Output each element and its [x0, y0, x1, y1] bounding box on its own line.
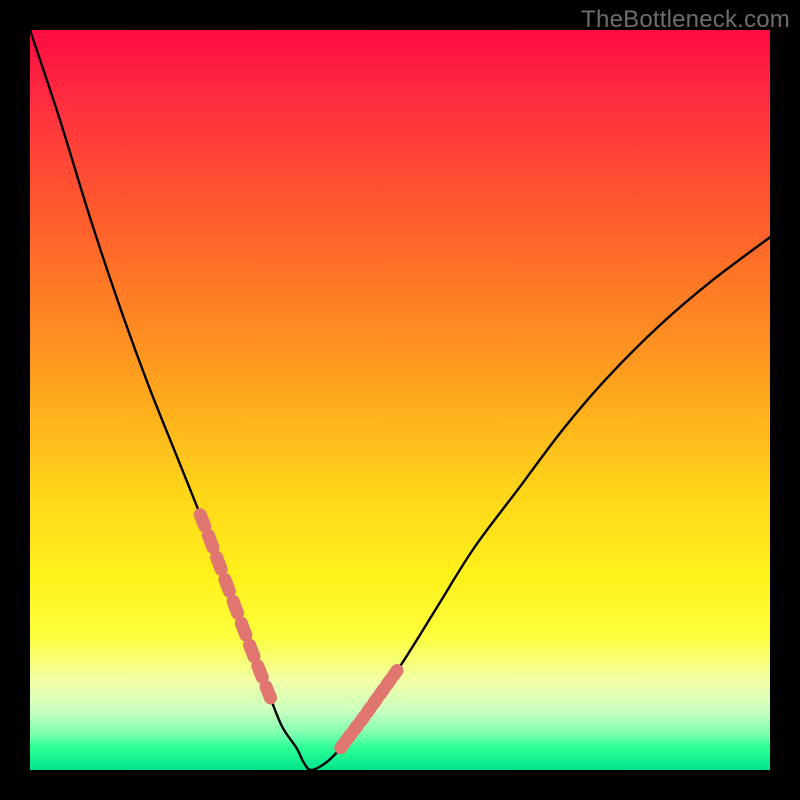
curve-svg — [30, 30, 770, 770]
chart-frame: TheBottleneck.com — [0, 0, 800, 800]
dash-piece — [217, 557, 222, 569]
dash-piece — [233, 601, 238, 613]
dash-segment-left — [200, 515, 270, 698]
dash-segment-right — [341, 671, 397, 748]
dash-piece — [250, 645, 255, 657]
bottleneck-curve-path — [30, 30, 770, 770]
dash-piece — [258, 666, 263, 677]
dash-piece — [266, 687, 271, 698]
plot-area — [30, 30, 770, 770]
dash-piece — [208, 535, 213, 547]
dash-piece — [200, 515, 205, 526]
dash-piece — [393, 671, 397, 676]
dash-piece — [225, 579, 230, 591]
dash-piece — [241, 623, 246, 635]
